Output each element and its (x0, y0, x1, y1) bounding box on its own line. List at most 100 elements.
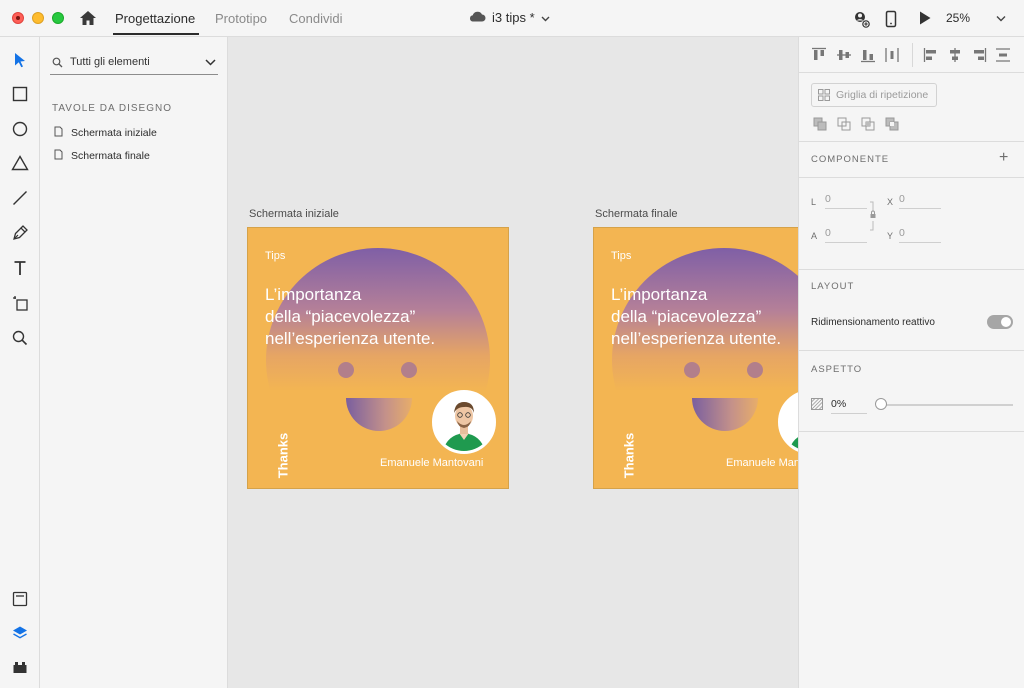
separator (799, 141, 1024, 142)
boolean-intersect-icon[interactable] (861, 117, 875, 134)
headline-line: della “piacevolezza” (611, 307, 762, 326)
height-label: A (811, 231, 818, 241)
ellipse-tool-icon[interactable] (10, 119, 30, 139)
design-canvas[interactable]: Schermata iniziale Tips L’importanza del… (228, 37, 798, 688)
height-input[interactable]: 0 (825, 225, 867, 243)
layers-panel-icon[interactable] (10, 623, 30, 643)
thanks-vertical-label[interactable]: Thanks (622, 426, 637, 486)
headline-line: L’importanza (611, 285, 708, 304)
right-eye-shape[interactable] (401, 362, 417, 378)
tab-condividi[interactable]: Condividi (289, 11, 342, 26)
layer-item-label: Schermata finale (71, 150, 150, 162)
author-avatar[interactable] (432, 390, 496, 454)
artboard-title[interactable]: Schermata iniziale (249, 208, 339, 220)
zoom-window-button[interactable] (52, 12, 64, 24)
cloud-icon (468, 10, 486, 25)
layer-item-artboard[interactable]: Schermata finale (54, 149, 150, 163)
boolean-subtract-icon[interactable] (837, 117, 851, 134)
boolean-add-icon[interactable] (813, 117, 827, 134)
smiley-face-shape[interactable] (612, 248, 798, 472)
layers-panel: Tutti gli elementi TAVOLE DA DISEGNO Sch… (40, 37, 228, 688)
tab-prototipo[interactable]: Prototipo (215, 11, 267, 26)
document-title-dropdown[interactable]: i3 tips * (468, 10, 550, 25)
repeat-grid-icon (818, 89, 830, 104)
responsive-resize-toggle[interactable] (987, 315, 1013, 329)
component-section-title: COMPONENTE (811, 154, 890, 165)
lock-aspect-ratio-icon[interactable] (869, 201, 877, 234)
separator (799, 350, 1024, 351)
assets-panel-icon[interactable] (10, 589, 30, 609)
chevron-down-icon (996, 11, 1006, 25)
align-middle-icon[interactable] (836, 47, 852, 63)
title-bar: Progettazione Prototipo Condividi i3 tip… (0, 0, 1024, 37)
appearance-section-title: ASPETTO (811, 364, 863, 375)
add-component-plus-icon[interactable]: + (999, 150, 1008, 166)
tips-label[interactable]: Tips (611, 250, 631, 262)
zoom-tool-icon[interactable] (10, 328, 30, 348)
tab-progettazione[interactable]: Progettazione (115, 11, 195, 26)
opacity-input[interactable]: 0% (831, 396, 867, 414)
boolean-exclude-icon[interactable] (885, 117, 899, 134)
zoom-value: 25% (946, 11, 971, 25)
align-center-icon[interactable] (947, 47, 963, 63)
tips-label[interactable]: Tips (265, 250, 285, 262)
align-toolbar (799, 37, 1024, 73)
headline-line: L’importanza (265, 285, 362, 304)
polygon-tool-icon[interactable] (10, 153, 30, 173)
select-tool-icon[interactable] (10, 50, 30, 70)
x-input[interactable]: 0 (899, 191, 941, 209)
layout-section-title: LAYOUT (811, 281, 855, 292)
separator (799, 431, 1024, 432)
pen-tool-icon[interactable] (10, 223, 30, 243)
headline-text[interactable]: L’importanza della “piacevolezza” nell’e… (265, 284, 505, 350)
device-preview-icon[interactable] (885, 10, 897, 31)
right-eye-shape[interactable] (747, 362, 763, 378)
layer-item-label: Schermata iniziale (71, 127, 157, 139)
headline-text[interactable]: L’importanza della “piacevolezza” nell’e… (611, 284, 798, 350)
width-input[interactable]: 0 (825, 191, 867, 209)
plugins-panel-icon[interactable] (10, 657, 30, 677)
text-tool-icon[interactable] (10, 258, 30, 278)
author-name[interactable]: Emanuele Mantovani (726, 457, 798, 469)
thanks-vertical-label[interactable]: Thanks (276, 426, 291, 486)
author-name[interactable]: Emanuele Mantovani (380, 457, 483, 469)
line-tool-icon[interactable] (10, 188, 30, 208)
toolbar-divider (912, 43, 913, 67)
play-preview-icon[interactable] (918, 10, 932, 29)
left-eye-shape[interactable] (338, 362, 354, 378)
share-user-icon[interactable] (852, 10, 870, 31)
tools-bar (0, 37, 40, 688)
align-left-icon[interactable] (923, 47, 939, 63)
layer-item-artboard[interactable]: Schermata iniziale (54, 126, 157, 140)
artboard-title[interactable]: Schermata finale (595, 208, 678, 220)
chevron-down-icon (205, 57, 216, 69)
left-eye-shape[interactable] (684, 362, 700, 378)
headline-line: nell’esperienza utente. (611, 329, 782, 348)
active-tab-indicator (113, 33, 199, 35)
rectangle-tool-icon[interactable] (10, 84, 30, 104)
layers-filter-dropdown[interactable]: Tutti gli elementi (50, 51, 218, 75)
zoom-select[interactable]: 25% (946, 11, 1006, 25)
headline-line: nell’esperienza utente. (265, 329, 436, 348)
repeat-grid-button[interactable]: Griglia di ripetizione (811, 83, 937, 107)
home-icon[interactable] (79, 9, 97, 27)
minimize-window-button[interactable] (32, 12, 44, 24)
align-top-icon[interactable] (811, 47, 827, 63)
separator (799, 177, 1024, 178)
close-window-button[interactable] (12, 12, 24, 24)
y-input[interactable]: 0 (899, 225, 941, 243)
opacity-slider-track[interactable] (879, 404, 1013, 406)
document-title: i3 tips * (492, 10, 535, 25)
layers-filter-label: Tutti gli elementi (70, 56, 150, 68)
distribute-vertical-icon[interactable] (995, 47, 1011, 63)
artboard-schermata-finale[interactable]: Tips L’importanza della “piacevolezza” n… (593, 227, 798, 489)
artboard-schermata-iniziale[interactable]: Tips L’importanza della “piacevolezza” n… (247, 227, 509, 489)
chevron-down-icon (541, 10, 550, 25)
align-bottom-icon[interactable] (860, 47, 876, 63)
opacity-slider-handle[interactable] (875, 398, 887, 410)
width-label: L (811, 197, 817, 207)
align-right-icon[interactable] (971, 47, 987, 63)
artboard-page-icon (54, 126, 63, 140)
artboard-tool-icon[interactable] (10, 293, 30, 313)
distribute-horizontal-icon[interactable] (884, 47, 900, 63)
